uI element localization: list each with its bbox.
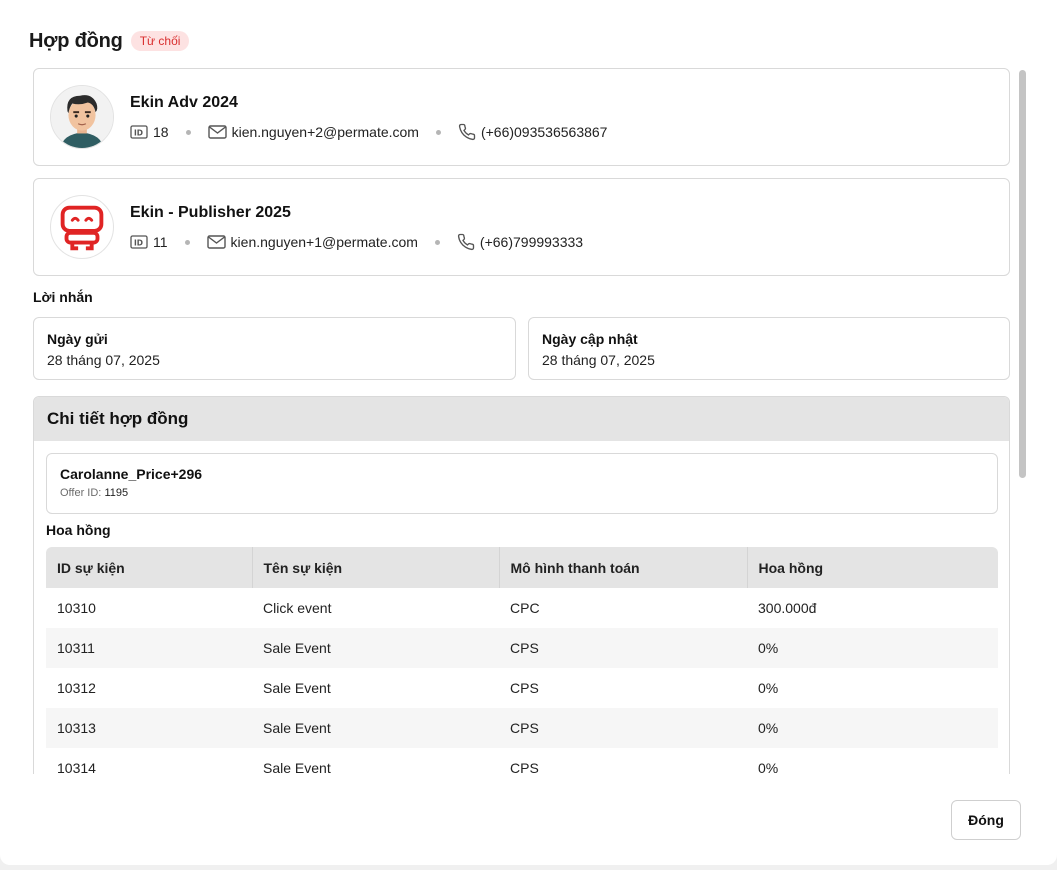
table-cell: Sale Event (263, 720, 331, 736)
contract-details-title: Chi tiết hợp đồng (34, 397, 1009, 441)
mail-icon (207, 125, 227, 139)
advertiser-phone-value: (+66)093536563867 (480, 124, 608, 140)
table-header-row: ID sự kiện Tên sự kiện Mô hình thanh toá… (46, 547, 998, 588)
offer-name: Carolanne_Price+296 (60, 466, 203, 482)
phone-icon (458, 123, 476, 141)
modal-header: Hợp đồng Từ chối (29, 28, 190, 54)
table-cell: 10310 (57, 600, 96, 616)
advertiser-card: Ekin Adv 2024 ID 18 kien.nguyen+2@permat… (33, 68, 1010, 166)
table-cell: CPS (510, 720, 539, 736)
advertiser-meta: ID 18 kien.nguyen+2@permate.com (+66)093… (130, 122, 607, 142)
publisher-card: Ekin - Publisher 2025 ID 11 kien.nguyen+… (33, 178, 1010, 276)
table-row: 10313 Sale Event CPS 0% (46, 708, 998, 748)
table-cell: CPS (510, 680, 539, 696)
separator-dot (435, 129, 441, 135)
robot-logo-icon (50, 195, 114, 259)
offer-id-label: Offer ID: (60, 487, 102, 499)
man-avatar-icon (50, 85, 114, 149)
updated-date-card: Ngày cập nhật 28 tháng 07, 2025 (528, 317, 1010, 380)
table-row: 10312 Sale Event CPS 0% (46, 668, 998, 708)
publisher-email: kien.nguyen+1@permate.com (206, 234, 418, 250)
table-cell: CPS (510, 760, 539, 774)
publisher-email-value: kien.nguyen+1@permate.com (230, 234, 418, 250)
advertiser-email: kien.nguyen+2@permate.com (207, 124, 419, 140)
status-badge: Từ chối (130, 31, 190, 51)
table-cell: 300.000đ (758, 600, 817, 616)
scrollbar[interactable] (1016, 68, 1028, 774)
table-cell: Click event (263, 600, 332, 616)
close-button[interactable]: Đóng (951, 800, 1021, 840)
updated-date-value: 28 tháng 07, 2025 (542, 352, 655, 368)
column-header: Tên sự kiện (252, 547, 500, 588)
table-cell: Sale Event (263, 640, 331, 656)
separator-dot (184, 239, 190, 245)
table-cell: 0% (758, 640, 779, 656)
table-cell: CPC (510, 600, 540, 616)
contract-modal: Hợp đồng Từ chối Ekin Adv 2024 ID 18 kie… (0, 0, 1057, 865)
sent-date-label: Ngày gửi (47, 331, 108, 347)
table-cell: 10311 (57, 640, 95, 656)
column-header: ID sự kiện (46, 547, 253, 588)
scrollbar-thumb[interactable] (1019, 70, 1026, 478)
offer-id-value: 1195 (104, 487, 129, 499)
svg-text:ID: ID (134, 239, 143, 248)
column-header: Hoa hồng (758, 559, 824, 576)
table-cell: 10314 (57, 760, 96, 774)
commission-label: Hoa hồng (46, 522, 111, 538)
scroll-content[interactable]: Ekin Adv 2024 ID 18 kien.nguyen+2@permat… (33, 68, 1010, 774)
table-cell: Sale Event (263, 680, 331, 696)
table-cell: Sale Event (263, 760, 331, 774)
publisher-id-value: 11 (153, 234, 168, 250)
updated-date-label: Ngày cập nhật (542, 331, 638, 347)
table-cell: 0% (758, 760, 779, 774)
offer-card: Carolanne_Price+296 Offer ID: 1195 (46, 453, 998, 514)
advertiser-id: ID 18 (130, 124, 169, 140)
mail-icon (206, 235, 226, 249)
sent-date-value: 28 tháng 07, 2025 (47, 352, 160, 368)
table-cell: 10313 (57, 720, 96, 736)
page-title: Hợp đồng (29, 29, 123, 52)
publisher-phone-value: (+66)799993333 (479, 234, 584, 250)
id-card-icon: ID (130, 125, 148, 139)
svg-text:ID: ID (134, 129, 143, 138)
publisher-phone: (+66)799993333 (457, 233, 583, 251)
advertiser-phone: (+66)093536563867 (458, 123, 608, 141)
phone-icon (457, 233, 475, 251)
publisher-name: Ekin - Publisher 2025 (130, 204, 291, 221)
separator-dot (185, 129, 191, 135)
sent-date-card: Ngày gửi 28 tháng 07, 2025 (33, 317, 516, 380)
publisher-id: ID 11 (130, 234, 168, 250)
table-cell: 10312 (57, 680, 96, 696)
contract-details-panel: Chi tiết hợp đồng Carolanne_Price+296 Of… (33, 396, 1010, 774)
table-cell: CPS (510, 640, 539, 656)
table-row: 10314 Sale Event CPS 0% (46, 748, 998, 774)
separator-dot (434, 239, 440, 245)
column-header: Mô hình thanh toán (499, 547, 748, 588)
message-label: Lời nhắn (33, 289, 93, 305)
table-row: 10310 Click event CPC 300.000đ (46, 588, 998, 628)
advertiser-name: Ekin Adv 2024 (130, 94, 238, 111)
advertiser-email-value: kien.nguyen+2@permate.com (231, 124, 419, 140)
table-cell: 0% (758, 680, 779, 696)
advertiser-id-value: 18 (153, 124, 169, 140)
table-row: 10311 Sale Event CPS 0% (46, 628, 998, 668)
commission-table: ID sự kiện Tên sự kiện Mô hình thanh toá… (46, 547, 998, 774)
offer-id: Offer ID: 1195 (60, 487, 128, 499)
publisher-meta: ID 11 kien.nguyen+1@permate.com (+66)799… (130, 232, 583, 252)
id-card-icon: ID (130, 235, 148, 249)
table-cell: 0% (758, 720, 779, 736)
